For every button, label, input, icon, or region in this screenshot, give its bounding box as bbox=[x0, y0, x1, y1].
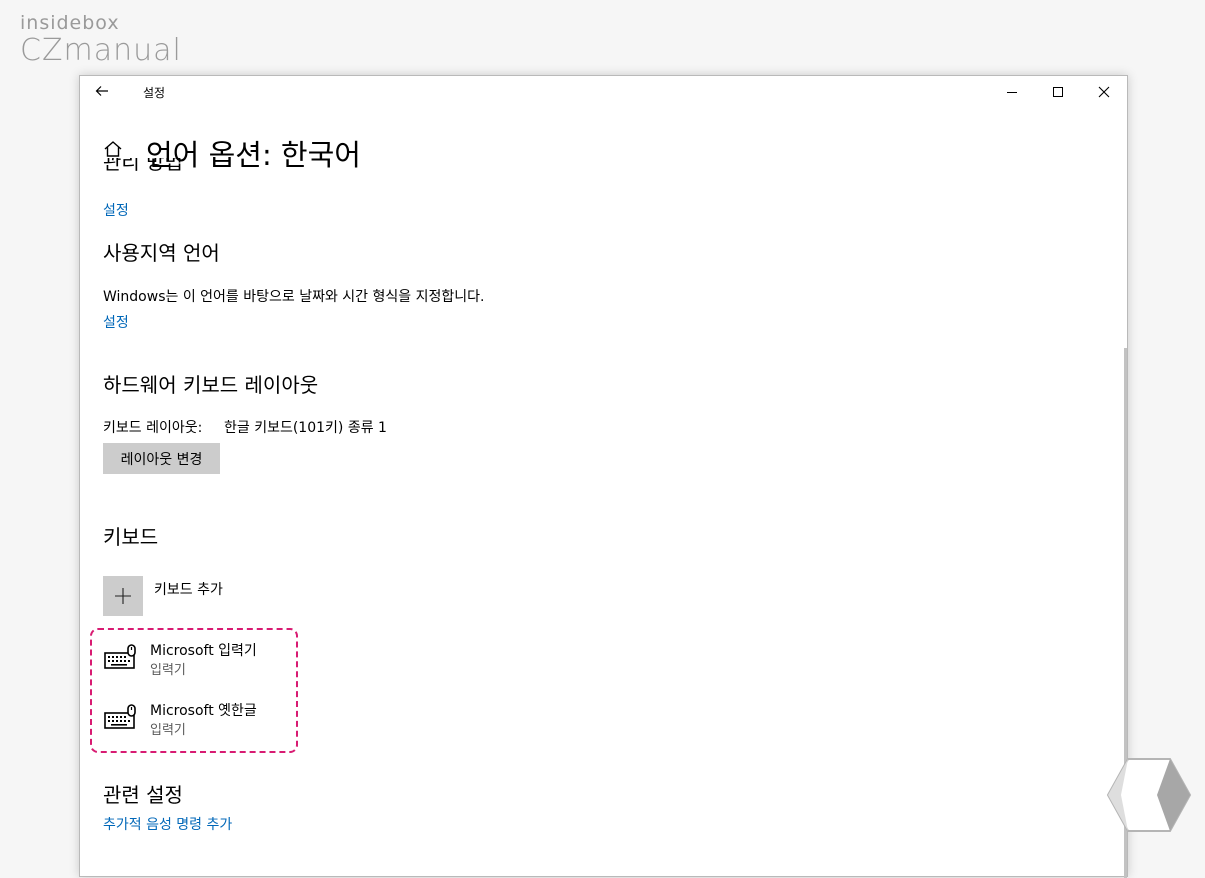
related-settings-heading: 관련 설정 bbox=[103, 783, 183, 807]
back-arrow-icon[interactable] bbox=[94, 83, 114, 101]
add-voice-commands-link[interactable]: 추가적 음성 명령 추가 bbox=[103, 814, 232, 834]
settings-window: 설정 언어 옵션: 한국어 관리 방법 설정 사용지역 언어 Windows는 … bbox=[79, 75, 1128, 878]
title-bar: 설정 bbox=[80, 76, 1127, 108]
clipped-heading-text: 관리 방법 bbox=[103, 158, 183, 172]
maximize-button[interactable] bbox=[1035, 76, 1081, 108]
window-title: 설정 bbox=[143, 86, 166, 100]
clipped-section-heading: 관리 방법 bbox=[103, 158, 263, 172]
options-settings-link[interactable]: 설정 bbox=[103, 200, 129, 220]
add-keyboard-tile bbox=[103, 576, 143, 616]
hexagon-logo-icon bbox=[1106, 756, 1193, 838]
keyboard-layout-value: 한글 키보드(101키) 종류 1 bbox=[224, 420, 387, 436]
plus-icon bbox=[115, 588, 131, 604]
add-keyboard-button[interactable]: 키보드 추가 bbox=[103, 576, 403, 620]
region-language-description: Windows는 이 언어를 바탕으로 날짜와 시간 형식을 지정합니다. bbox=[103, 289, 485, 305]
change-layout-button[interactable]: 레이아웃 변경 bbox=[103, 443, 220, 474]
keyboard-item-type: 입력기 bbox=[150, 663, 186, 678]
minimize-button[interactable] bbox=[989, 76, 1035, 108]
keyboard-item-name: Microsoft 입력기 bbox=[150, 643, 257, 659]
watermark-line1: insidebox bbox=[20, 12, 120, 34]
keyboard-item-type: 입력기 bbox=[150, 723, 186, 738]
keyboards-heading: 키보드 bbox=[103, 525, 159, 549]
add-keyboard-label: 키보드 추가 bbox=[154, 582, 223, 598]
watermark-line2: CZmanual bbox=[20, 33, 182, 68]
close-button[interactable] bbox=[1081, 76, 1127, 108]
hardware-keyboard-heading: 하드웨어 키보드 레이아웃 bbox=[103, 373, 319, 397]
keyboard-item-microsoft-ime[interactable]: Microsoft 입력기 입력기 bbox=[103, 640, 303, 686]
keyboard-item-microsoft-old-hangul[interactable]: Microsoft 옛한글 입력기 bbox=[103, 700, 303, 746]
keyboard-icon bbox=[104, 704, 138, 734]
keyboard-item-name: Microsoft 옛한글 bbox=[150, 703, 257, 719]
watermark-logo: insidebox CZmanual bbox=[20, 12, 182, 69]
region-settings-link[interactable]: 설정 bbox=[103, 312, 129, 332]
keyboard-layout-label: 키보드 레이아웃: bbox=[103, 420, 203, 436]
region-language-heading: 사용지역 언어 bbox=[103, 241, 220, 265]
keyboard-icon bbox=[104, 644, 138, 674]
